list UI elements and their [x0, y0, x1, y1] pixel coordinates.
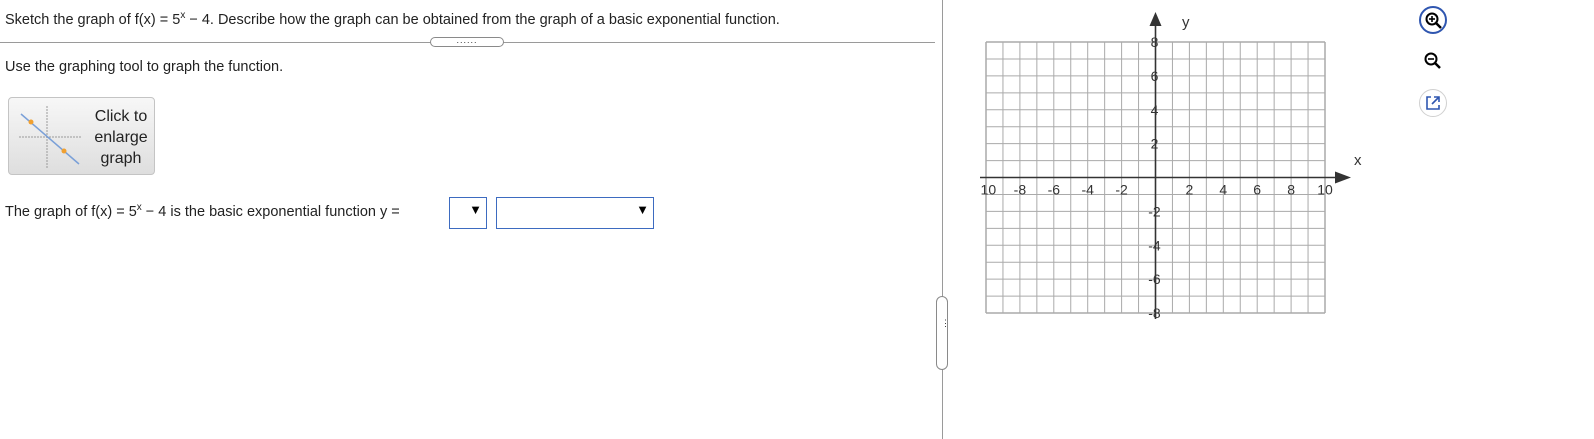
pane-splitter	[942, 0, 943, 439]
x-tick-label: 2	[1186, 182, 1194, 198]
x-tick-label: 8	[1287, 182, 1295, 198]
zoom-out-icon	[1424, 52, 1441, 69]
zoom-in-button[interactable]	[1419, 6, 1447, 34]
enlarge-graph-button[interactable]: Click to enlarge graph	[8, 97, 155, 175]
y-tick-label: -8	[1148, 305, 1161, 321]
question-text: Sketch the graph of f(x) = 5x − 4. Descr…	[5, 10, 780, 28]
x-tick-label: -10	[980, 182, 996, 198]
direction-dropdown[interactable]: ▼	[496, 197, 654, 229]
x-tick-label: 10	[1317, 182, 1333, 198]
zoom-out-button[interactable]	[1419, 47, 1447, 75]
y-tick-label: -2	[1148, 203, 1161, 219]
graph-thumbnail-icon	[19, 106, 81, 168]
y-tick-label: -6	[1148, 271, 1161, 287]
instruction-text: Use the graphing tool to graph the funct…	[5, 59, 284, 75]
x-axis-arrowhead	[1335, 171, 1351, 184]
zoom-in-icon	[1425, 12, 1442, 29]
x-tick-label: 6	[1253, 182, 1261, 198]
transformation-dropdown[interactable]: ▼	[449, 197, 487, 229]
x-tick-label: -2	[1115, 182, 1128, 198]
pane-resize-handle[interactable]: ⋮	[936, 296, 950, 370]
axes	[980, 12, 1351, 319]
x-tick-label: -4	[1081, 182, 1094, 198]
y-tick-label: 2	[1151, 136, 1159, 152]
y-tick-label: 6	[1151, 68, 1159, 84]
x-tick-label: 4	[1219, 182, 1227, 198]
y-tick-label: -4	[1148, 237, 1161, 253]
y-tick-label: 4	[1151, 102, 1159, 118]
chevron-down-icon: ▼	[636, 202, 649, 217]
coordinate-plane[interactable]: -10 -8 -6 -4 -2 2 4 6 8 10 8 6 4 2 -2 -4 -6 -8 x y	[980, 0, 1400, 330]
expand-button[interactable]	[1419, 89, 1447, 117]
y-tick-label: 8	[1151, 34, 1159, 50]
x-tick-label: -8	[1014, 182, 1027, 198]
enlarge-graph-label: Click to enlarge graph	[94, 108, 148, 167]
answer-sentence: The graph of f(x) = 5x − 4 is the basic …	[5, 202, 400, 220]
chevron-down-icon: ▼	[469, 202, 482, 217]
external-window-icon	[1426, 96, 1440, 110]
y-axis-arrowhead	[1149, 12, 1162, 26]
x-axis-label: x	[1354, 152, 1362, 169]
x-tick-label: -6	[1048, 182, 1061, 198]
collapse-handle[interactable]: ......	[430, 36, 504, 47]
y-axis-label: y	[1182, 14, 1190, 31]
